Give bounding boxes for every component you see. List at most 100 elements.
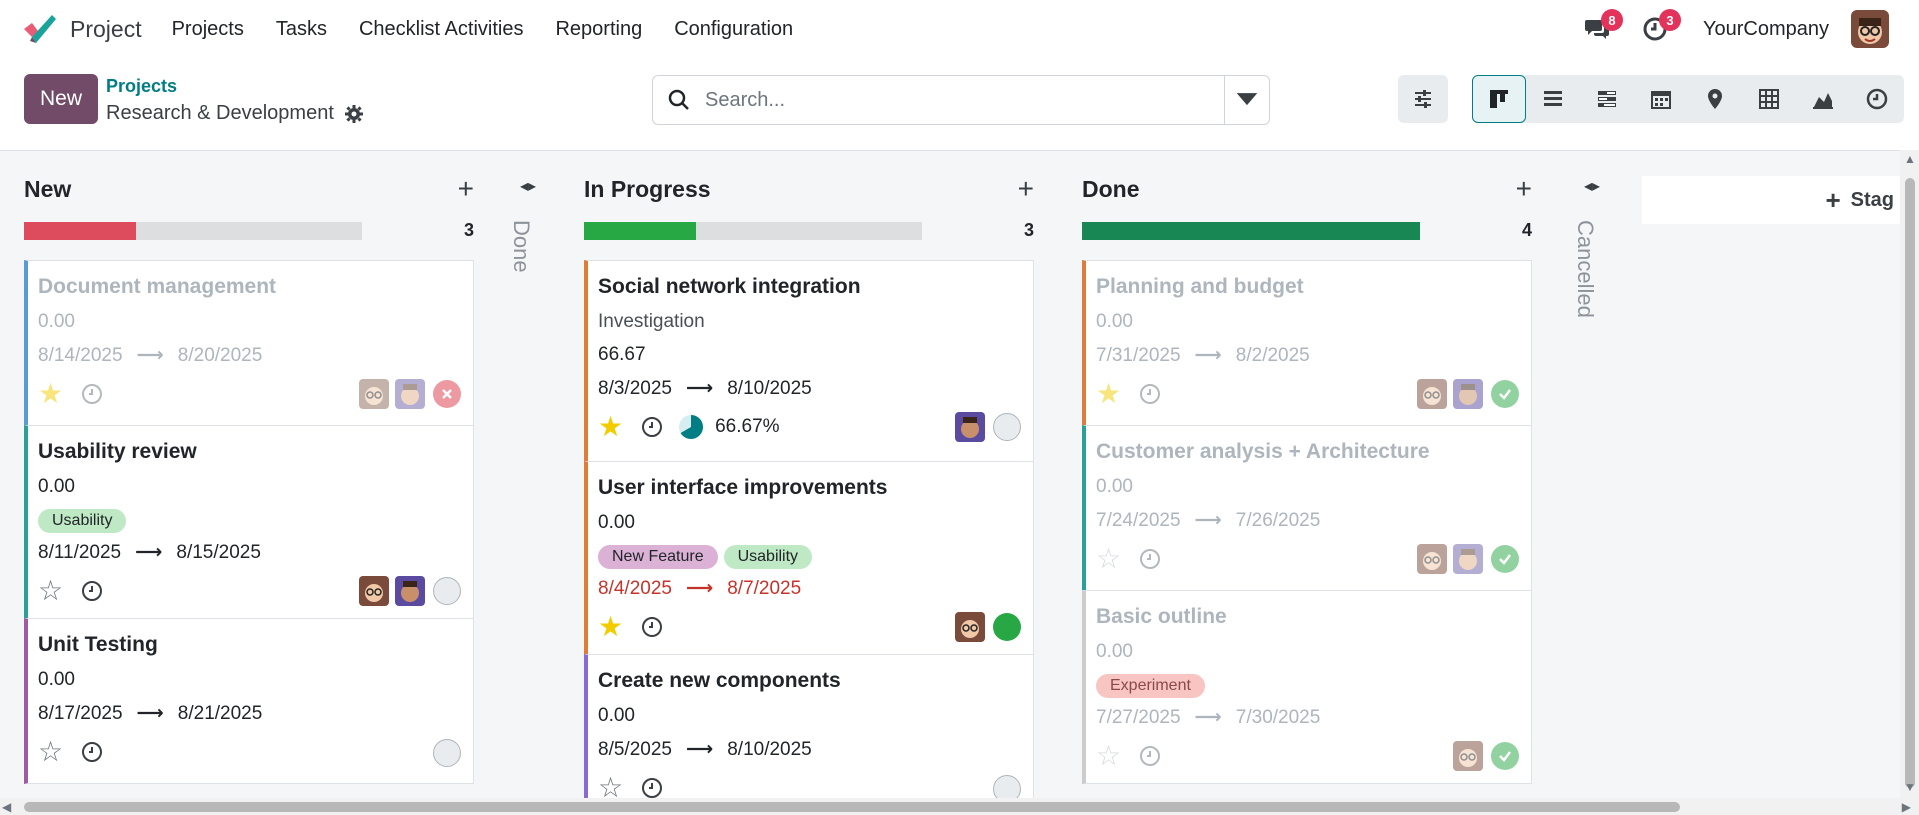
assignee-avatar[interactable] — [955, 412, 985, 442]
breadcrumb-current-label: Research & Development — [106, 102, 334, 124]
filter-settings-button[interactable] — [1398, 75, 1448, 123]
menu-checklist-activities[interactable]: Checklist Activities — [359, 18, 524, 41]
state-approved-icon[interactable] — [1491, 742, 1519, 770]
activities-button[interactable]: 3 — [1637, 9, 1681, 47]
state-approved-icon[interactable] — [1491, 545, 1519, 573]
scroll-down-arrow-icon[interactable]: ▼ — [1904, 780, 1916, 794]
state-blocked-icon[interactable] — [433, 380, 461, 408]
task-card[interactable]: Unit Testing 0.00 8/17/2025 ⟶ 8/21/2025 ☆ — [24, 618, 474, 784]
priority-star-icon[interactable]: ☆ — [38, 738, 63, 766]
assignee-avatar[interactable] — [395, 379, 425, 409]
vertical-scrollbar[interactable]: ▲ ▼ — [1900, 150, 1919, 798]
scroll-up-arrow-icon[interactable]: ▲ — [1904, 152, 1916, 166]
menu-projects[interactable]: Projects — [172, 18, 244, 41]
priority-star-icon[interactable]: ★ — [1096, 380, 1121, 408]
assignee-avatar[interactable] — [359, 379, 389, 409]
messages-button[interactable]: 8 — [1579, 9, 1623, 47]
folded-column-label[interactable]: Cancelled — [1572, 220, 1598, 318]
state-approved-icon[interactable] — [1491, 380, 1519, 408]
user-avatar[interactable] — [1851, 10, 1889, 48]
priority-star-icon[interactable]: ☆ — [1096, 545, 1121, 573]
new-button[interactable]: New — [24, 74, 98, 124]
gantt-view-button[interactable] — [1580, 75, 1634, 123]
activity-clock-icon[interactable] — [641, 416, 663, 438]
scroll-right-arrow-icon[interactable]: ▶ — [1902, 800, 1911, 814]
state-normal-icon[interactable] — [993, 775, 1021, 798]
task-card[interactable]: Usability review 0.00 Usability 8/11/202… — [24, 425, 474, 619]
task-end-date: 8/7/2025 — [727, 577, 802, 599]
activity-clock-icon[interactable] — [1139, 745, 1161, 767]
breadcrumb-projects[interactable]: Projects — [106, 76, 177, 97]
kanban-view-button[interactable] — [1472, 75, 1526, 123]
activity-clock-icon[interactable] — [1139, 383, 1161, 405]
task-card[interactable]: Social network integration Investigation… — [584, 260, 1034, 462]
expand-arrows-icon[interactable]: ◂▸ — [1584, 176, 1600, 196]
task-card[interactable]: Create new components 0.00 8/5/2025 ⟶ 8/10… — [584, 654, 1034, 798]
activity-clock-icon[interactable] — [81, 383, 103, 405]
priority-star-icon[interactable]: ★ — [598, 613, 623, 641]
quick-create-plus-icon[interactable]: + — [458, 175, 474, 203]
assignee-avatar[interactable] — [359, 576, 389, 606]
search-input[interactable] — [703, 87, 1207, 113]
add-stage-button[interactable]: + Stag — [1642, 176, 1900, 224]
task-card[interactable]: Basic outline 0.00 Experiment 7/27/2025 ⟶… — [1082, 590, 1532, 784]
state-normal-icon[interactable] — [433, 739, 461, 767]
task-card[interactable]: Planning and budget 0.00 7/31/2025 ⟶ 8/2/2… — [1082, 260, 1532, 426]
task-card[interactable]: Customer analysis + Architecture 0.00 7/… — [1082, 425, 1532, 591]
priority-star-icon[interactable]: ★ — [38, 380, 63, 408]
list-view-button[interactable] — [1526, 75, 1580, 123]
activity-clock-icon[interactable] — [641, 616, 663, 638]
expand-arrows-icon[interactable]: ◂▸ — [520, 176, 536, 196]
activity-view-button[interactable] — [1850, 75, 1904, 123]
assignee-avatar[interactable] — [1453, 379, 1483, 409]
assignee-avatar[interactable] — [395, 576, 425, 606]
state-ready-icon[interactable] — [993, 613, 1021, 641]
quick-create-plus-icon[interactable]: + — [1018, 175, 1034, 203]
task-card[interactable]: User interface improvements 0.00 New Fea… — [584, 461, 1034, 655]
map-view-button[interactable] — [1688, 75, 1742, 123]
column-progress-bar[interactable] — [584, 222, 922, 240]
folded-column-cancelled[interactable]: ◂▸ Cancelled — [1573, 176, 1616, 376]
gear-icon[interactable] — [344, 104, 364, 124]
scroll-left-arrow-icon[interactable]: ◀ — [2, 800, 11, 814]
column-title[interactable]: In Progress — [584, 176, 711, 203]
pivot-view-button[interactable] — [1742, 75, 1796, 123]
state-normal-icon[interactable] — [433, 577, 461, 605]
activity-clock-icon[interactable] — [641, 777, 663, 798]
task-card[interactable]: Document management 0.00 8/14/2025 ⟶ 8/20/… — [24, 260, 474, 426]
search-options-toggle[interactable] — [1224, 76, 1269, 124]
app-brand[interactable]: Project — [22, 13, 172, 45]
column-title[interactable]: Done — [1082, 176, 1140, 203]
assignee-avatar[interactable] — [1453, 741, 1483, 771]
company-switcher[interactable]: YourCompany — [1703, 18, 1829, 41]
priority-star-icon[interactable]: ☆ — [38, 577, 63, 605]
assignee-avatar[interactable] — [1417, 544, 1447, 574]
priority-star-icon[interactable]: ☆ — [598, 774, 623, 799]
vertical-scroll-thumb[interactable] — [1905, 178, 1915, 788]
horizontal-scrollbar[interactable]: ◀ ▶ — [0, 798, 1919, 815]
assignee-avatar[interactable] — [1417, 379, 1447, 409]
folded-column-label[interactable]: Done — [508, 220, 534, 273]
priority-star-icon[interactable]: ☆ — [1096, 742, 1121, 770]
horizontal-scroll-thumb[interactable] — [24, 802, 1680, 812]
column-progress-bar[interactable] — [24, 222, 362, 240]
calendar-view-button[interactable] — [1634, 75, 1688, 123]
activity-clock-icon[interactable] — [81, 741, 103, 763]
graph-view-button[interactable] — [1796, 75, 1850, 123]
assignee-avatar[interactable] — [955, 612, 985, 642]
quick-create-plus-icon[interactable]: + — [1516, 175, 1532, 203]
state-normal-icon[interactable] — [993, 413, 1021, 441]
column-progress-bar[interactable] — [1082, 222, 1420, 240]
activity-clock-icon[interactable] — [1139, 548, 1161, 570]
task-hours: 0.00 — [598, 705, 635, 726]
column-title[interactable]: New — [24, 176, 71, 203]
folded-column-done[interactable]: ◂▸ Done — [509, 176, 552, 376]
avatar-icon — [955, 412, 985, 442]
activity-clock-icon[interactable] — [81, 580, 103, 602]
assignee-avatar[interactable] — [1453, 544, 1483, 574]
menu-configuration[interactable]: Configuration — [674, 18, 793, 41]
menu-reporting[interactable]: Reporting — [555, 18, 642, 41]
menu-tasks[interactable]: Tasks — [276, 18, 327, 41]
priority-star-icon[interactable]: ★ — [598, 413, 623, 441]
task-end-date: 7/30/2025 — [1235, 706, 1321, 728]
